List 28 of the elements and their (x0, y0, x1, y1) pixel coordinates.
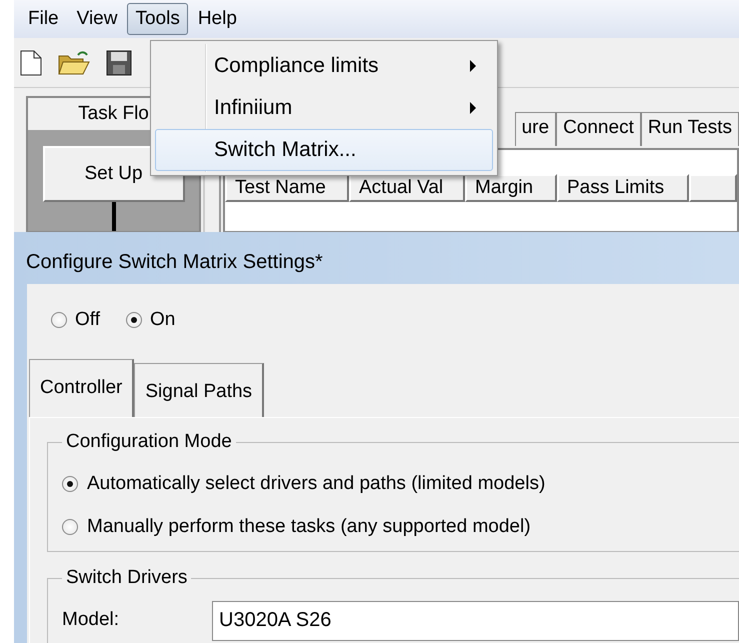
column-header[interactable]: Actual Val (349, 174, 465, 202)
menu-item[interactable]: Compliance limits (155, 45, 493, 87)
field-label: Model: (62, 608, 120, 632)
menu-item[interactable]: File (20, 3, 67, 35)
menu-item[interactable]: Help (190, 3, 245, 35)
column-header[interactable] (689, 174, 737, 202)
tab[interactable]: ure (514, 112, 556, 146)
tab[interactable]: Run Tests (640, 112, 739, 146)
tab[interactable]: Signal Paths (134, 362, 264, 416)
radio-button[interactable]: Automatically select drivers and paths (limited models) (60, 462, 739, 506)
model-field[interactable]: U3020A S26 (212, 600, 739, 640)
column-header[interactable]: Test Name (225, 174, 349, 202)
tab[interactable]: Connect (556, 112, 641, 146)
menu-item[interactable]: View (68, 3, 126, 35)
save-icon[interactable] (106, 50, 132, 76)
window-title: Configure Switch Matrix Settings* (26, 250, 324, 275)
open-folder-icon[interactable] (58, 50, 90, 76)
column-header[interactable]: Margin (465, 174, 557, 202)
menu-item[interactable]: Switch Matrix... (155, 129, 493, 171)
column-header[interactable]: Pass Limits (557, 174, 689, 202)
new-file-icon[interactable] (20, 50, 42, 76)
menu-item[interactable]: Tools (127, 3, 188, 35)
radio-button[interactable]: Off (51, 306, 100, 334)
radio-button[interactable]: On (126, 306, 176, 334)
tab[interactable]: Controller (29, 358, 134, 416)
radio-button[interactable]: Manually perform these tasks (any supported model) (60, 506, 739, 548)
panel-title: Task Flo (77, 102, 150, 126)
menu-item[interactable]: Infiniium (155, 87, 493, 129)
